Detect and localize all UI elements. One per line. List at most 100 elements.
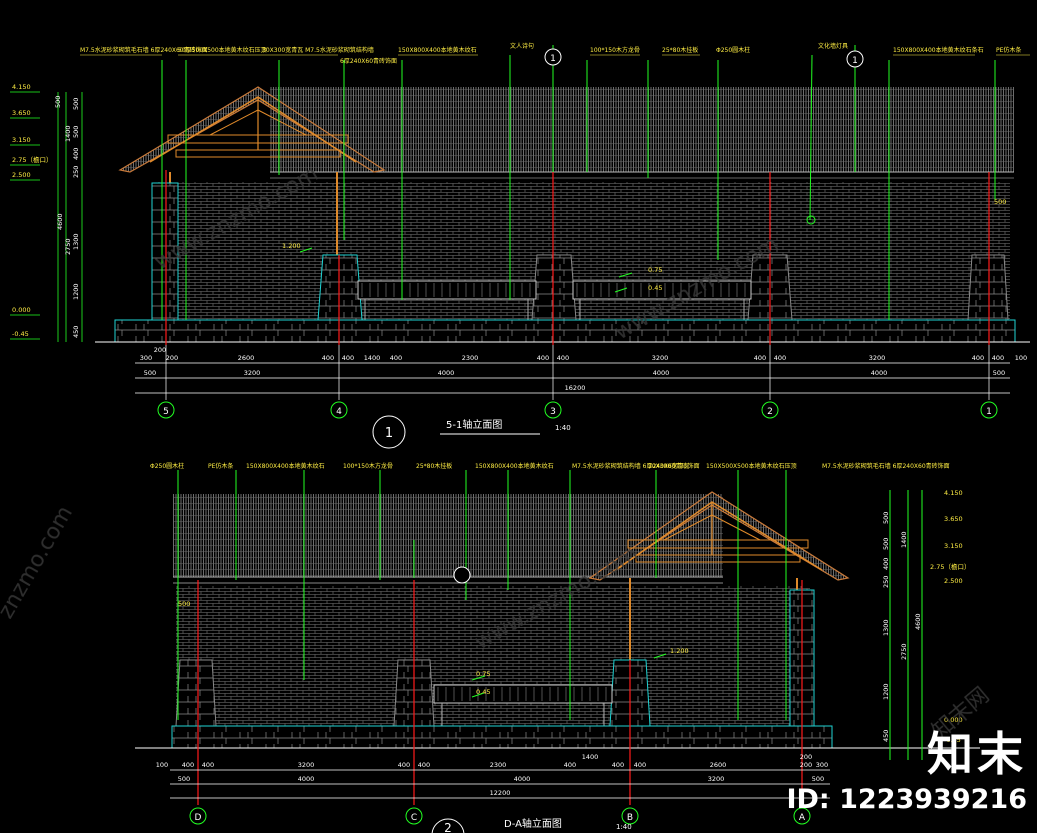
drawing-scale: 1:40	[555, 424, 571, 432]
note: 150X800X400本地黄木纹石	[246, 462, 325, 470]
elevation-label: 3.650	[12, 109, 31, 117]
height-dim: 500	[882, 512, 890, 524]
brick-wall	[176, 586, 810, 726]
elevation-label: 2.75（檐口）	[12, 155, 52, 164]
dim: 2600	[710, 761, 727, 769]
dim-total: 16200	[565, 384, 586, 392]
note: 150X500X500本地黄木纹石压顶	[706, 462, 797, 470]
roof-tiles	[270, 87, 1014, 172]
note: 150X800X400本地黄木纹石	[398, 46, 477, 54]
section-mark-b: 1	[852, 56, 858, 66]
dim: 100	[1015, 354, 1027, 362]
note: 30X300宽青瓦	[648, 462, 689, 470]
dim: 4000	[653, 369, 670, 377]
axis-label: D	[195, 813, 202, 823]
watermark-logo: 知末	[927, 727, 1027, 781]
watermark: 知末 ID: 1223939216	[786, 718, 1027, 815]
height-dim: 500	[72, 126, 80, 138]
dim: 400	[754, 354, 766, 362]
pier-4	[317, 254, 363, 321]
dim: 400	[557, 354, 569, 362]
dim: 400	[342, 354, 354, 362]
height-dim: 1300	[72, 233, 80, 250]
dim: 2300	[462, 354, 479, 362]
bench	[433, 684, 613, 704]
elevation-label: 3.150	[12, 136, 31, 144]
height-dim: 250	[72, 166, 80, 178]
height-dim: 400	[72, 148, 80, 160]
note: PE仿木条	[208, 462, 233, 470]
height-dim: 450	[72, 326, 80, 338]
section-mark-a: 1	[550, 54, 556, 64]
note: 100*150木方龙骨	[343, 462, 393, 470]
note: 文化墙灯具	[818, 42, 848, 50]
note: 25*80木挂板	[662, 46, 698, 54]
elevation-label: 3.650	[944, 515, 963, 523]
dim: 4000	[514, 775, 531, 783]
dim: 300	[140, 354, 152, 362]
elevation-label: 4.150	[944, 489, 963, 497]
height-dim: 4600	[56, 213, 64, 230]
axis-label: 2	[767, 407, 773, 417]
height-dim: 250	[882, 576, 890, 588]
dim: 3200	[652, 354, 669, 362]
dim: 400	[564, 761, 576, 769]
dim: 500	[993, 369, 1005, 377]
axis-label: 1	[986, 407, 992, 417]
drawing-number: 1	[385, 426, 393, 441]
height-dim: 1400	[64, 125, 72, 142]
dim: 3200	[869, 354, 886, 362]
note: 25*80木挂板	[416, 462, 452, 470]
elevation-label: 3.150	[944, 542, 963, 550]
stone-base	[171, 725, 833, 749]
axis-label: 4	[336, 407, 342, 417]
dim: 400	[972, 354, 984, 362]
roof-tiles	[173, 494, 723, 577]
axis-label: C	[411, 813, 417, 823]
dim: 3200	[298, 761, 315, 769]
height-dim: 1200	[72, 283, 80, 300]
dim: 400	[612, 761, 624, 769]
height-dim: 500	[54, 96, 62, 108]
drawing-scale: 1:40	[616, 823, 632, 831]
elevation-label: 2.500	[12, 171, 31, 179]
note: 6厚240X60青砖饰面	[340, 57, 397, 65]
note: PE仿木条	[996, 46, 1021, 54]
level-mark: 1.200	[282, 242, 301, 250]
dim: 2600	[238, 354, 255, 362]
elevation-label: 4.150	[12, 83, 31, 91]
note: 50厚500X500本地黄木纹石压顶	[178, 46, 267, 54]
cad-drawing-sheet: 1 1 M7.5水泥砂浆砌筑毛石墙 6厚240X60青砖饰面 50厚500X50…	[0, 42, 1030, 833]
dim: 400	[322, 354, 334, 362]
dim: 1400	[364, 354, 381, 362]
level-mark: 0.45	[648, 284, 662, 292]
note: 30X300宽青瓦 M7.5水泥砂浆砌筑结构墙	[262, 46, 374, 54]
elevation-label: 0.000	[12, 306, 31, 314]
level-mark: 0.75	[476, 670, 490, 678]
dim-total: 12200	[490, 789, 511, 797]
dim: 4000	[298, 775, 315, 783]
elevation-label: -0.45	[12, 330, 29, 338]
axis-label: B	[627, 813, 633, 823]
drawing-number: 2	[444, 821, 452, 833]
bench-left	[357, 280, 537, 300]
dim: 400	[774, 354, 786, 362]
dim: 500	[144, 369, 156, 377]
axis-label: 5	[163, 407, 169, 417]
dim: 400	[202, 761, 214, 769]
drawing-title: D-A轴立面图	[504, 817, 562, 830]
note: 100*150木方龙骨	[590, 46, 640, 54]
watermark-text: znzmo.com	[0, 502, 78, 623]
elevation-5-1: 1 1 M7.5水泥砂浆砌筑毛石墙 6厚240X60青砖饰面 50厚500X50…	[10, 42, 1030, 449]
dim: 4000	[438, 369, 455, 377]
note: M7.5水泥砂浆砌筑毛石墙 6厚240X60青砖饰面	[822, 462, 950, 470]
height-dim: 2750	[900, 643, 908, 660]
dim: 2300	[490, 761, 507, 769]
note: 150X800X400本地黄木纹石	[475, 462, 554, 470]
height-dim: 500	[882, 538, 890, 550]
eave-dim: 500	[994, 198, 1006, 206]
dim: 400	[182, 761, 194, 769]
dim: 3200	[244, 369, 261, 377]
level-mark: 1.200	[670, 647, 689, 655]
height-dim: 1300	[882, 619, 890, 636]
